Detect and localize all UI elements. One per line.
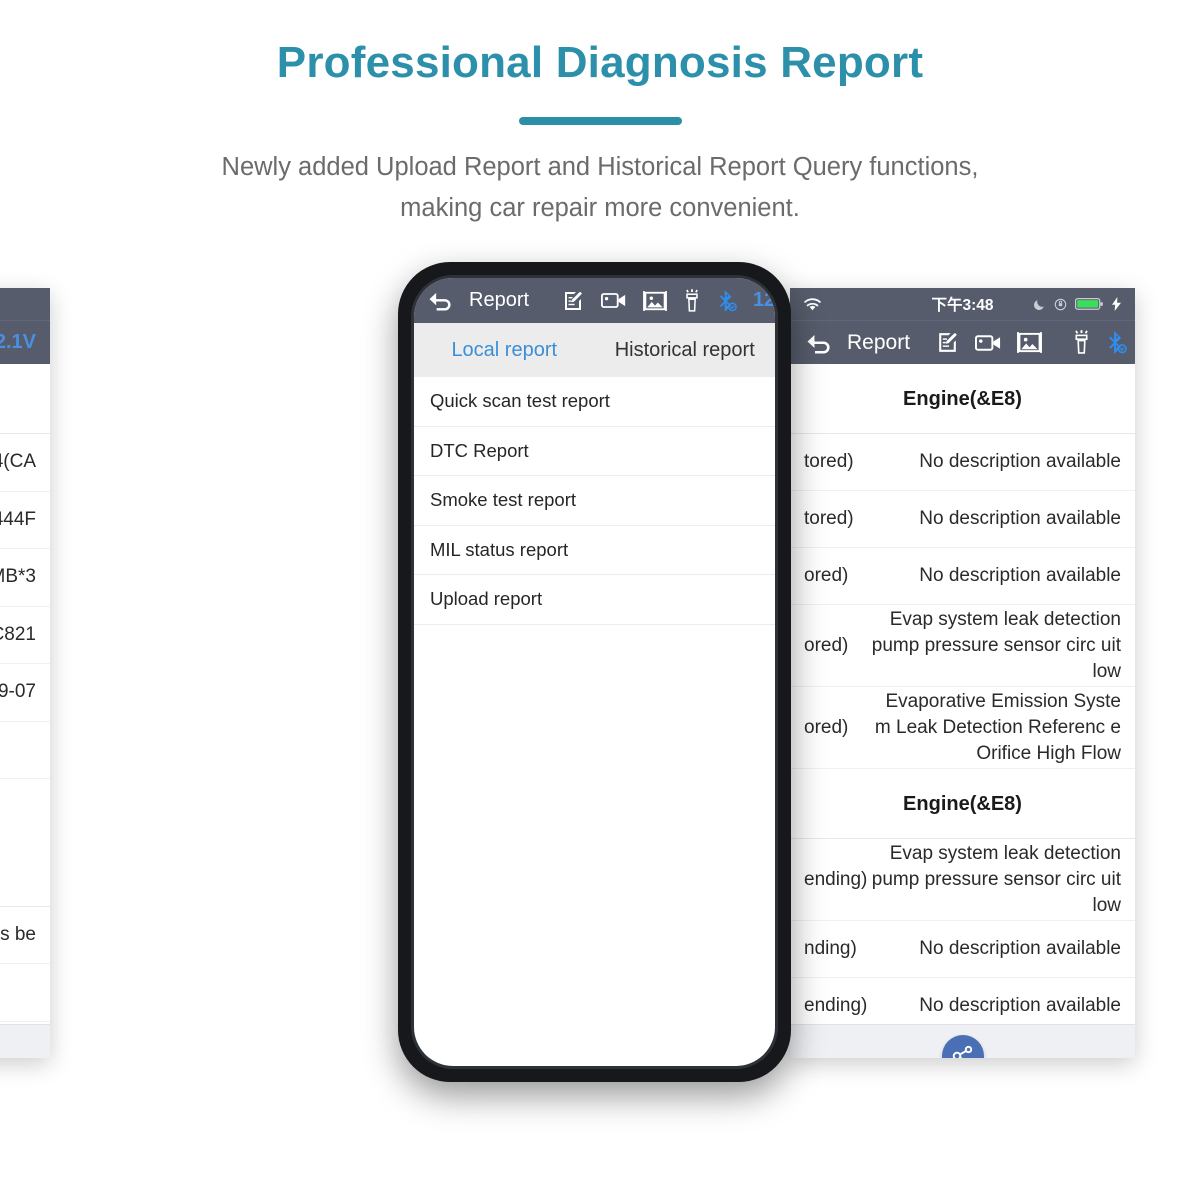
table-row: Brand <box>0 722 50 779</box>
tablet-left-clock: 下午3:35 <box>0 293 50 315</box>
back-arrow-icon[interactable] <box>804 332 832 354</box>
edit-report-icon[interactable] <box>935 330 960 355</box>
section-header-vehicle-info: Vehicle Info <box>0 364 50 434</box>
table-row: tored) No description available <box>790 491 1135 548</box>
share-button[interactable] <box>941 1034 984 1058</box>
row-description: Evap system leak detection pump pressure… <box>871 608 1121 682</box>
tablet-left-toolbar: Quick scan test re.. 12.1V <box>0 320 50 364</box>
table-row: Calibration Mark JMB*3 <box>0 549 50 607</box>
row-description: No description available <box>919 938 1121 959</box>
row-code: ending) <box>804 995 868 1016</box>
devices-stage: 无 SIM 卡 下午3:35 Quick scan test re.. <box>0 0 1200 1200</box>
section-header-smog-check: Smog Check <box>0 837 50 907</box>
section-header-engine-2: Engine(&E8) <box>790 769 1135 839</box>
table-row: ored) Evaporative Emission Syste m Leak … <box>790 687 1135 769</box>
tablet-right-toolbar: Report 12.1V <box>790 320 1135 364</box>
row-value: 1A1JC5444F <box>0 508 36 530</box>
row-value: Address issues be <box>0 923 36 945</box>
tablet-left-bottombar <box>0 1024 50 1058</box>
row-code: ending) <box>804 868 868 890</box>
flashlight-icon[interactable] <box>683 288 701 313</box>
moon-icon <box>1033 298 1046 311</box>
tablet-right-body: Engine(&E8) tored) No description availa… <box>790 364 1135 1024</box>
row-code: tored) <box>804 451 854 472</box>
row-value: ISO15765-4(CA <box>0 451 36 473</box>
tablet-right-bottombar <box>790 1024 1135 1058</box>
list-item[interactable]: Quick scan test report <box>414 377 775 427</box>
video-record-icon[interactable] <box>601 290 627 311</box>
row-description: No description available <box>919 451 1121 472</box>
row-code: ored) <box>804 634 849 656</box>
table-row: ending) Evap system leak detection pump … <box>790 839 1135 921</box>
list-item[interactable]: MIL status report <box>414 526 775 575</box>
edit-report-icon[interactable] <box>561 289 585 313</box>
rotation-lock-icon <box>1054 298 1067 311</box>
table-row: tored) No description available <box>790 434 1135 491</box>
back-arrow-icon[interactable] <box>426 290 453 311</box>
row-value: 1791BC821 <box>0 623 36 645</box>
tablet-left: 无 SIM 卡 下午3:35 Quick scan test re.. <box>0 288 50 1058</box>
phone-tabbar: Local report Historical report <box>414 323 775 377</box>
phone-screen: Report 12 Local report Historical report… <box>414 278 775 1066</box>
tablet-right-statusbar: 下午3:48 <box>790 288 1135 320</box>
bluetooth-icon[interactable] <box>717 289 737 313</box>
list-item[interactable]: Upload report <box>414 575 775 625</box>
tablet-right: 下午3:48 Report Engine(&E8) tored) No desc… <box>790 288 1135 1058</box>
screenshot-icon[interactable] <box>643 290 667 312</box>
table-row: year <box>0 779 50 837</box>
row-description: Evaporative Emission Syste m Leak Detect… <box>874 690 1121 764</box>
list-item[interactable]: Smoke test report <box>414 476 775 526</box>
table-row: Fault indicator (MIL) status <box>0 964 50 1022</box>
table-row: Smog Reading Check Fail... Address issue… <box>0 907 50 964</box>
tab-local-report[interactable]: Local report <box>414 323 595 377</box>
phone-toolbar: Report 12 <box>414 278 775 323</box>
row-description: No description available <box>919 995 1121 1016</box>
screenshot-icon[interactable] <box>1017 331 1042 354</box>
row-code: ored) <box>804 565 849 586</box>
section-header-engine-1: Engine(&E8) <box>790 364 1135 434</box>
wifi-icon <box>804 297 821 311</box>
tablet-left-voltage: 12.1V <box>0 331 36 353</box>
table-row: Protocol ISO15765-4(CA <box>0 434 50 492</box>
table-row: ending) No description available <box>790 978 1135 1024</box>
tab-historical-report[interactable]: Historical report <box>595 323 776 377</box>
tablet-left-statusbar: 无 SIM 卡 下午3:35 <box>0 288 50 320</box>
phone-bezel: Report 12 Local report Historical report… <box>411 275 778 1069</box>
phone-toolbar-title: Report <box>469 289 530 311</box>
table-row: ored) No description available <box>790 548 1135 605</box>
bluetooth-icon[interactable] <box>1106 330 1127 355</box>
table-row: nding) No description available <box>790 921 1135 978</box>
table-row: Calibration Verification C... 1791BC821 <box>0 607 50 664</box>
table-row: ored) Evap system leak detection pump pr… <box>790 605 1135 687</box>
row-description: No description available <box>919 508 1121 529</box>
row-value: JMB*3 <box>0 566 36 588</box>
row-description: No description available <box>919 565 1121 586</box>
tablet-left-body: Vehicle Info Protocol ISO15765-4(CA VIN … <box>0 364 50 1024</box>
phone-report-list: Quick scan test report DTC Report Smoke … <box>414 377 775 625</box>
table-row: Time 2020-09-07 <box>0 664 50 722</box>
row-description: Evap system leak detection pump pressure… <box>871 842 1121 916</box>
phone-device: Report 12 Local report Historical report… <box>398 262 791 1082</box>
flashlight-icon[interactable] <box>1072 330 1091 355</box>
row-code: ored) <box>804 716 849 738</box>
table-row: VIN 1A1JC5444F <box>0 492 50 549</box>
row-code: nding) <box>804 938 857 959</box>
share-icon <box>951 1044 975 1058</box>
list-item[interactable]: DTC Report <box>414 427 775 476</box>
phone-voltage: 12.1V <box>753 289 775 311</box>
row-value: 2020-09-07 <box>0 681 36 703</box>
battery-full-icon <box>1075 297 1104 311</box>
video-record-icon[interactable] <box>975 332 1002 354</box>
row-code: tored) <box>804 508 854 529</box>
charging-bolt-icon <box>1112 297 1121 311</box>
tablet-right-toolbar-title: Report <box>847 330 911 354</box>
